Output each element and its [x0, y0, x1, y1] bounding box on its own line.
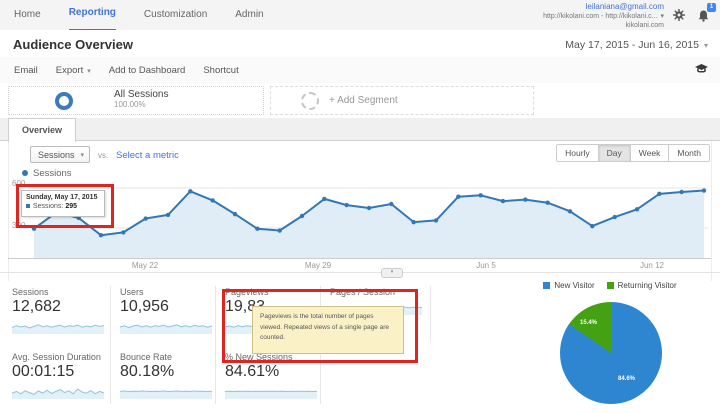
column-separator [110, 286, 111, 404]
segment-percent: 100.00% [114, 100, 146, 109]
tab-strip [0, 118, 720, 141]
granularity-day[interactable]: Day [597, 145, 630, 161]
metric-label: Pageviews [225, 287, 269, 297]
chevron-down-icon: ▾ [660, 13, 664, 21]
nav-customization[interactable]: Customization [144, 0, 207, 30]
nav-home[interactable]: Home [14, 0, 41, 30]
pageviews-help-tooltip: Pageviews is the total number of pages v… [252, 306, 404, 354]
x-tick-may22: May 22 [131, 261, 159, 270]
export-button[interactable]: Export [56, 65, 91, 76]
x-tick-jun12: Jun 12 [639, 261, 665, 270]
visitor-type-pie-chart[interactable] [560, 302, 662, 404]
page-title: Audience Overview [13, 37, 133, 52]
chart-bottom-divider [0, 272, 720, 273]
granularity-buttons: Hourly Day Week Month [556, 144, 710, 162]
add-segment-button[interactable]: + Add Segment [270, 86, 534, 115]
date-range-selector[interactable]: May 17, 2015 - Jun 16, 2015 [565, 39, 708, 51]
metric-label: Sessions [12, 287, 49, 297]
duration-sparkline [12, 388, 104, 399]
granularity-month[interactable]: Month [668, 145, 709, 161]
metric-label: Avg. Session Duration [12, 352, 101, 362]
select-a-metric-link[interactable]: Select a metric [116, 150, 179, 161]
sessions-sparkline [12, 324, 104, 334]
metric-label: Pages / Session [330, 287, 396, 297]
nav-admin[interactable]: Admin [235, 0, 263, 30]
metric-value: 10,956 [120, 298, 169, 315]
chart-hover-tooltip: Sunday, May 17, 2015 Sessions: 295 [21, 190, 105, 217]
y-axis-tick-600: 600 [12, 179, 26, 188]
chart-series-legend: Sessions [22, 168, 72, 179]
pie-label-returning-visitor: 15.4% [580, 320, 598, 326]
metric-label: Users [120, 287, 144, 297]
tooltip-metric-label: Sessions: [33, 203, 64, 210]
column-separator [430, 286, 431, 342]
granularity-hourly[interactable]: Hourly [557, 145, 598, 161]
metric-value: 00:01:15 [12, 363, 75, 380]
segment-bar: All Sessions 100.00% + Add Segment [0, 83, 720, 119]
metric-value: 84.61% [225, 363, 280, 380]
y-axis-tick-300: 300 [12, 221, 26, 230]
x-tick-jun5: Jun 5 [476, 261, 496, 270]
add-to-dashboard-button[interactable]: Add to Dashboard [109, 65, 186, 76]
pie-label-new-visitor: 84.6% [618, 376, 636, 382]
intelligence-icon[interactable] [695, 64, 708, 75]
new-sessions-sparkline [225, 390, 317, 399]
users-sparkline [120, 324, 212, 334]
series-dot-icon [26, 204, 30, 208]
returning-visitor-swatch-icon [606, 282, 614, 289]
gear-icon[interactable] [672, 8, 686, 22]
shortcut-button[interactable]: Shortcut [203, 65, 238, 76]
action-bar: Email Export Add to Dashboard Shortcut [0, 57, 720, 84]
metric-value: 80.18% [120, 363, 175, 380]
property-name: http://kikolani.com - http://kikolani.c.… [543, 13, 658, 21]
top-navigation-bar: Home Reporting Customization Admin leila… [0, 0, 720, 32]
x-axis-line [8, 258, 711, 259]
x-tick-may29: May 29 [304, 261, 332, 270]
tooltip-metric-value: 295 [65, 203, 77, 210]
tab-overview[interactable]: Overview [8, 118, 76, 142]
metric-users: Users 10,956 [120, 287, 215, 334]
metric-sessions: Sessions 12,682 [12, 287, 107, 334]
email-button[interactable]: Email [14, 65, 38, 76]
metric-bounce-rate: Bounce Rate 80.18% [120, 352, 215, 399]
pie-legend: New Visitor Returning Visitor [500, 281, 720, 290]
metric-select-dropdown[interactable]: Sessions [30, 146, 90, 164]
account-email[interactable]: leilaniana@gmail.com [543, 2, 664, 12]
add-segment-circle-icon [301, 92, 319, 110]
account-switcher[interactable]: leilaniana@gmail.com http://kikolani.com… [543, 2, 664, 31]
metric-avg-session-duration: Avg. Session Duration 00:01:15 [12, 352, 107, 399]
column-separator [215, 286, 216, 404]
title-bar: Audience Overview May 17, 2015 - Jun 16,… [0, 30, 720, 58]
segment-donut-icon [55, 92, 73, 110]
chart-collapse-handle[interactable]: ▾ [381, 268, 403, 278]
tooltip-date: Sunday, May 17, 2015 [26, 194, 98, 201]
all-sessions-segment[interactable]: All Sessions 100.00% [8, 86, 264, 115]
notification-badge: 1 [707, 3, 716, 12]
metric-label: Bounce Rate [120, 352, 173, 362]
vs-label: vs. [98, 151, 109, 160]
granularity-week[interactable]: Week [629, 145, 669, 161]
legend-returning-visitor: Returning Visitor [617, 281, 677, 290]
segment-name: All Sessions [114, 89, 169, 100]
add-segment-label: + Add Segment [329, 95, 398, 106]
primary-nav: Home Reporting Customization Admin [14, 0, 264, 32]
analytics-audience-overview-page: Home Reporting Customization Admin leila… [0, 0, 720, 413]
metric-new-sessions: % New Sessions 84.61% [225, 352, 320, 399]
sessions-line-chart[interactable] [30, 181, 708, 259]
bounce-sparkline [120, 390, 212, 399]
nav-reporting[interactable]: Reporting [68, 0, 116, 32]
new-visitor-swatch-icon [543, 282, 551, 289]
metric-value: 12,682 [12, 298, 61, 315]
legend-new-visitor: New Visitor [554, 281, 595, 290]
